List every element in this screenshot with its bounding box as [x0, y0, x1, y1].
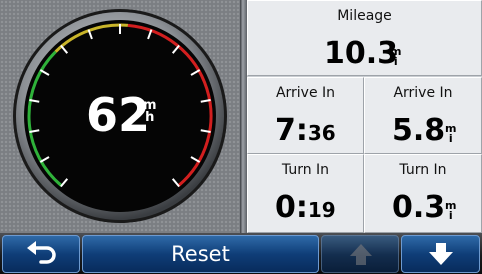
- up-arrow-icon: [350, 244, 372, 265]
- arrive-time-label: Arrive In: [275, 85, 336, 101]
- turn-time-value: 0:19: [275, 190, 336, 225]
- mileage-label: Mileage: [337, 8, 392, 24]
- turn-distance-unit: mi: [445, 199, 457, 222]
- reset-button-label: Reset: [171, 242, 230, 266]
- back-arrow-icon: [27, 241, 56, 264]
- speed-unit: mh: [143, 98, 157, 125]
- turn-distance-field[interactable]: Turn In 0.3 mi: [364, 154, 482, 233]
- mileage-field[interactable]: Mileage 10.3 mi: [247, 0, 482, 76]
- arrive-distance-unit: mi: [445, 122, 457, 145]
- arrive-time-field[interactable]: Arrive In 7:36: [247, 77, 364, 154]
- turn-distance-label: Turn In: [399, 162, 447, 178]
- arrive-distance-field[interactable]: Arrive In 5.8 mi: [364, 77, 482, 154]
- panel-divider: [240, 0, 247, 233]
- current-speed: 62: [86, 88, 151, 142]
- mileage-value: 10.3: [324, 36, 399, 71]
- turn-time-label: Turn In: [281, 162, 330, 178]
- turn-time-field[interactable]: Turn In 0:19: [247, 154, 364, 233]
- trip-computer-screen: 62 mh Mileage 10.3 mi Arrive In 7:36 Arr…: [0, 0, 482, 274]
- scroll-down-button[interactable]: [401, 235, 480, 273]
- down-arrow-icon: [429, 243, 453, 265]
- trip-data-panel: Mileage 10.3 mi Arrive In 7:36 Arrive In…: [247, 0, 482, 233]
- scroll-up-button[interactable]: [321, 235, 399, 273]
- reset-button[interactable]: Reset: [82, 235, 319, 273]
- turn-distance-value: 0.3: [392, 190, 446, 225]
- arrive-distance-value: 5.8: [392, 113, 446, 148]
- mileage-unit: mi: [390, 45, 402, 68]
- arrive-distance-label: Arrive In: [393, 85, 453, 101]
- back-button[interactable]: [2, 235, 80, 273]
- arrive-time-value: 7:36: [275, 113, 336, 148]
